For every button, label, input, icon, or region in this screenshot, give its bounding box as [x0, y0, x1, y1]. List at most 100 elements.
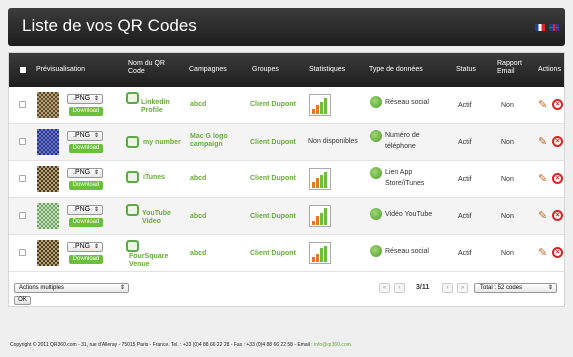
group-link[interactable]: Client Dupont [250, 101, 296, 109]
pencil-icon[interactable]: ✎ [538, 247, 547, 259]
format-select[interactable]: .PNG ⇕ [67, 94, 103, 104]
table-footer: Actions multiples ⇕ OK « ‹ 3/11 › » Total… [9, 277, 564, 307]
group-link[interactable]: Client Dupont [250, 139, 296, 147]
report-text: Non [501, 213, 514, 220]
delete-icon[interactable]: × [552, 247, 563, 258]
status-text: Actif [458, 176, 472, 183]
chevron-icon: ⇕ [93, 207, 99, 213]
bulk-actions-select[interactable]: Actions multiples ⇕ [14, 283, 129, 293]
group-link[interactable]: Client Dupont [250, 213, 296, 221]
col-preview[interactable]: Prévisualisation [36, 66, 85, 74]
pencil-icon[interactable]: ✎ [538, 136, 547, 148]
format-select[interactable]: .PNG ⇕ [67, 131, 103, 141]
total-select[interactable]: Total : 52 codes ⇕ [474, 283, 557, 293]
col-report[interactable]: Rapport Email [497, 60, 527, 76]
row-checkbox[interactable] [19, 212, 26, 219]
prev-page-button[interactable]: ‹ [394, 283, 405, 293]
delete-icon[interactable]: × [552, 210, 563, 221]
document-icon [126, 204, 139, 216]
download-button[interactable]: Download [69, 181, 103, 190]
pencil-icon[interactable]: ✎ [538, 99, 547, 111]
page-title: Liste de vos QR Codes [22, 16, 197, 35]
row-checkbox[interactable] [19, 138, 26, 145]
status-text: Actif [458, 139, 472, 146]
download-button[interactable]: Download [69, 218, 103, 227]
qr-name-link[interactable]: Linkedin Profile [141, 99, 181, 115]
qr-code-icon[interactable] [37, 92, 59, 118]
bar-chart-icon[interactable] [309, 94, 331, 116]
col-data-type[interactable]: Type de données [369, 66, 423, 74]
qr-code-icon[interactable] [37, 203, 59, 229]
copyright-text: Copyright © 2011 QR360.com - 31, rue d'A… [10, 342, 315, 348]
row-checkbox[interactable] [19, 101, 26, 108]
globe-icon [370, 208, 382, 220]
chevron-icon: ⇕ [119, 285, 125, 291]
status-text: Actif [458, 102, 472, 109]
download-button[interactable]: Download [69, 255, 103, 264]
row-checkbox[interactable] [19, 249, 26, 256]
table-row: .PNG ⇕ Download Linkedin Profile abcd Cli… [9, 87, 564, 124]
pencil-icon[interactable]: ✎ [538, 210, 547, 222]
report-text: Non [501, 250, 514, 257]
qr-name-link[interactable]: YouTube Video [142, 210, 182, 226]
campaign-link[interactable]: Mac G logo campaign [190, 133, 240, 149]
campaign-link[interactable]: abcd [190, 250, 206, 258]
bar-chart-icon[interactable] [309, 168, 331, 190]
page-footer: Copyright © 2011 QR360.com - 31, rue d'A… [10, 342, 352, 348]
col-actions: Actions [538, 66, 561, 73]
report-text: Non [501, 139, 514, 146]
chevron-icon: ⇕ [93, 244, 99, 250]
table-row: .PNG ⇕ Download FourSquare Venue abcd Cli… [9, 235, 564, 272]
document-icon [126, 240, 139, 252]
document-icon [126, 92, 139, 104]
format-select[interactable]: .PNG ⇕ [67, 205, 103, 215]
qr-name-link[interactable]: my number [143, 139, 181, 147]
first-page-button[interactable]: « [379, 283, 390, 293]
globe-icon [370, 96, 382, 108]
flag-uk-icon[interactable] [549, 24, 559, 31]
qr-code-icon[interactable] [37, 240, 59, 266]
page: Liste de vos QR Codes Prévisualisation N… [0, 0, 573, 357]
email-link[interactable]: info@qr360.com. [314, 342, 352, 348]
delete-icon[interactable]: × [552, 173, 563, 184]
pencil-icon[interactable]: ✎ [538, 173, 547, 185]
data-type-text: Numéro de téléphone [385, 132, 420, 150]
qr-table-panel: Prévisualisation Nom du QR Code Campagne… [8, 52, 565, 307]
page-header: Liste de vos QR Codes [8, 8, 565, 46]
qr-name-link[interactable]: iTunes [143, 174, 165, 182]
last-page-button[interactable]: » [457, 283, 468, 293]
format-select[interactable]: .PNG ⇕ [67, 242, 103, 252]
campaign-link[interactable]: abcd [190, 213, 206, 221]
campaign-link[interactable]: abcd [190, 101, 206, 109]
data-type-text: Réseau social [385, 248, 429, 255]
report-text: Non [501, 102, 514, 109]
delete-icon[interactable]: × [552, 99, 563, 110]
chevron-icon: ⇕ [93, 96, 99, 102]
flag-fr-icon[interactable] [535, 24, 545, 31]
next-page-button[interactable]: › [442, 283, 453, 293]
qr-code-icon[interactable] [37, 166, 59, 192]
campaign-link[interactable]: abcd [190, 175, 206, 183]
col-groups[interactable]: Groupes [252, 66, 279, 74]
format-select[interactable]: .PNG ⇕ [67, 168, 103, 178]
col-name[interactable]: Nom du QR Code [128, 60, 170, 76]
row-checkbox[interactable] [19, 175, 26, 182]
col-status[interactable]: Status [456, 66, 476, 74]
report-text: Non [501, 176, 514, 183]
delete-icon[interactable]: × [552, 136, 563, 147]
data-type-text: Vidéo YouTube [385, 211, 433, 218]
download-button[interactable]: Download [69, 144, 103, 153]
qr-name-link[interactable]: FourSquare Venue [129, 253, 174, 269]
globe-icon [370, 167, 382, 179]
select-all-checkbox[interactable] [20, 67, 26, 73]
stats-unavailable-text: Non disponibles [308, 138, 358, 145]
group-link[interactable]: Client Dupont [250, 250, 296, 258]
qr-code-icon[interactable] [37, 129, 59, 155]
bar-chart-icon[interactable] [309, 205, 331, 227]
download-button[interactable]: Download [69, 107, 103, 116]
table-row: .PNG ⇕ Download my number Mac G logo camp… [9, 124, 564, 161]
ok-button[interactable]: OK [14, 296, 31, 305]
group-link[interactable]: Client Dupont [250, 175, 296, 183]
bar-chart-icon[interactable] [309, 242, 331, 264]
col-campaigns[interactable]: Campagnes [189, 66, 227, 74]
